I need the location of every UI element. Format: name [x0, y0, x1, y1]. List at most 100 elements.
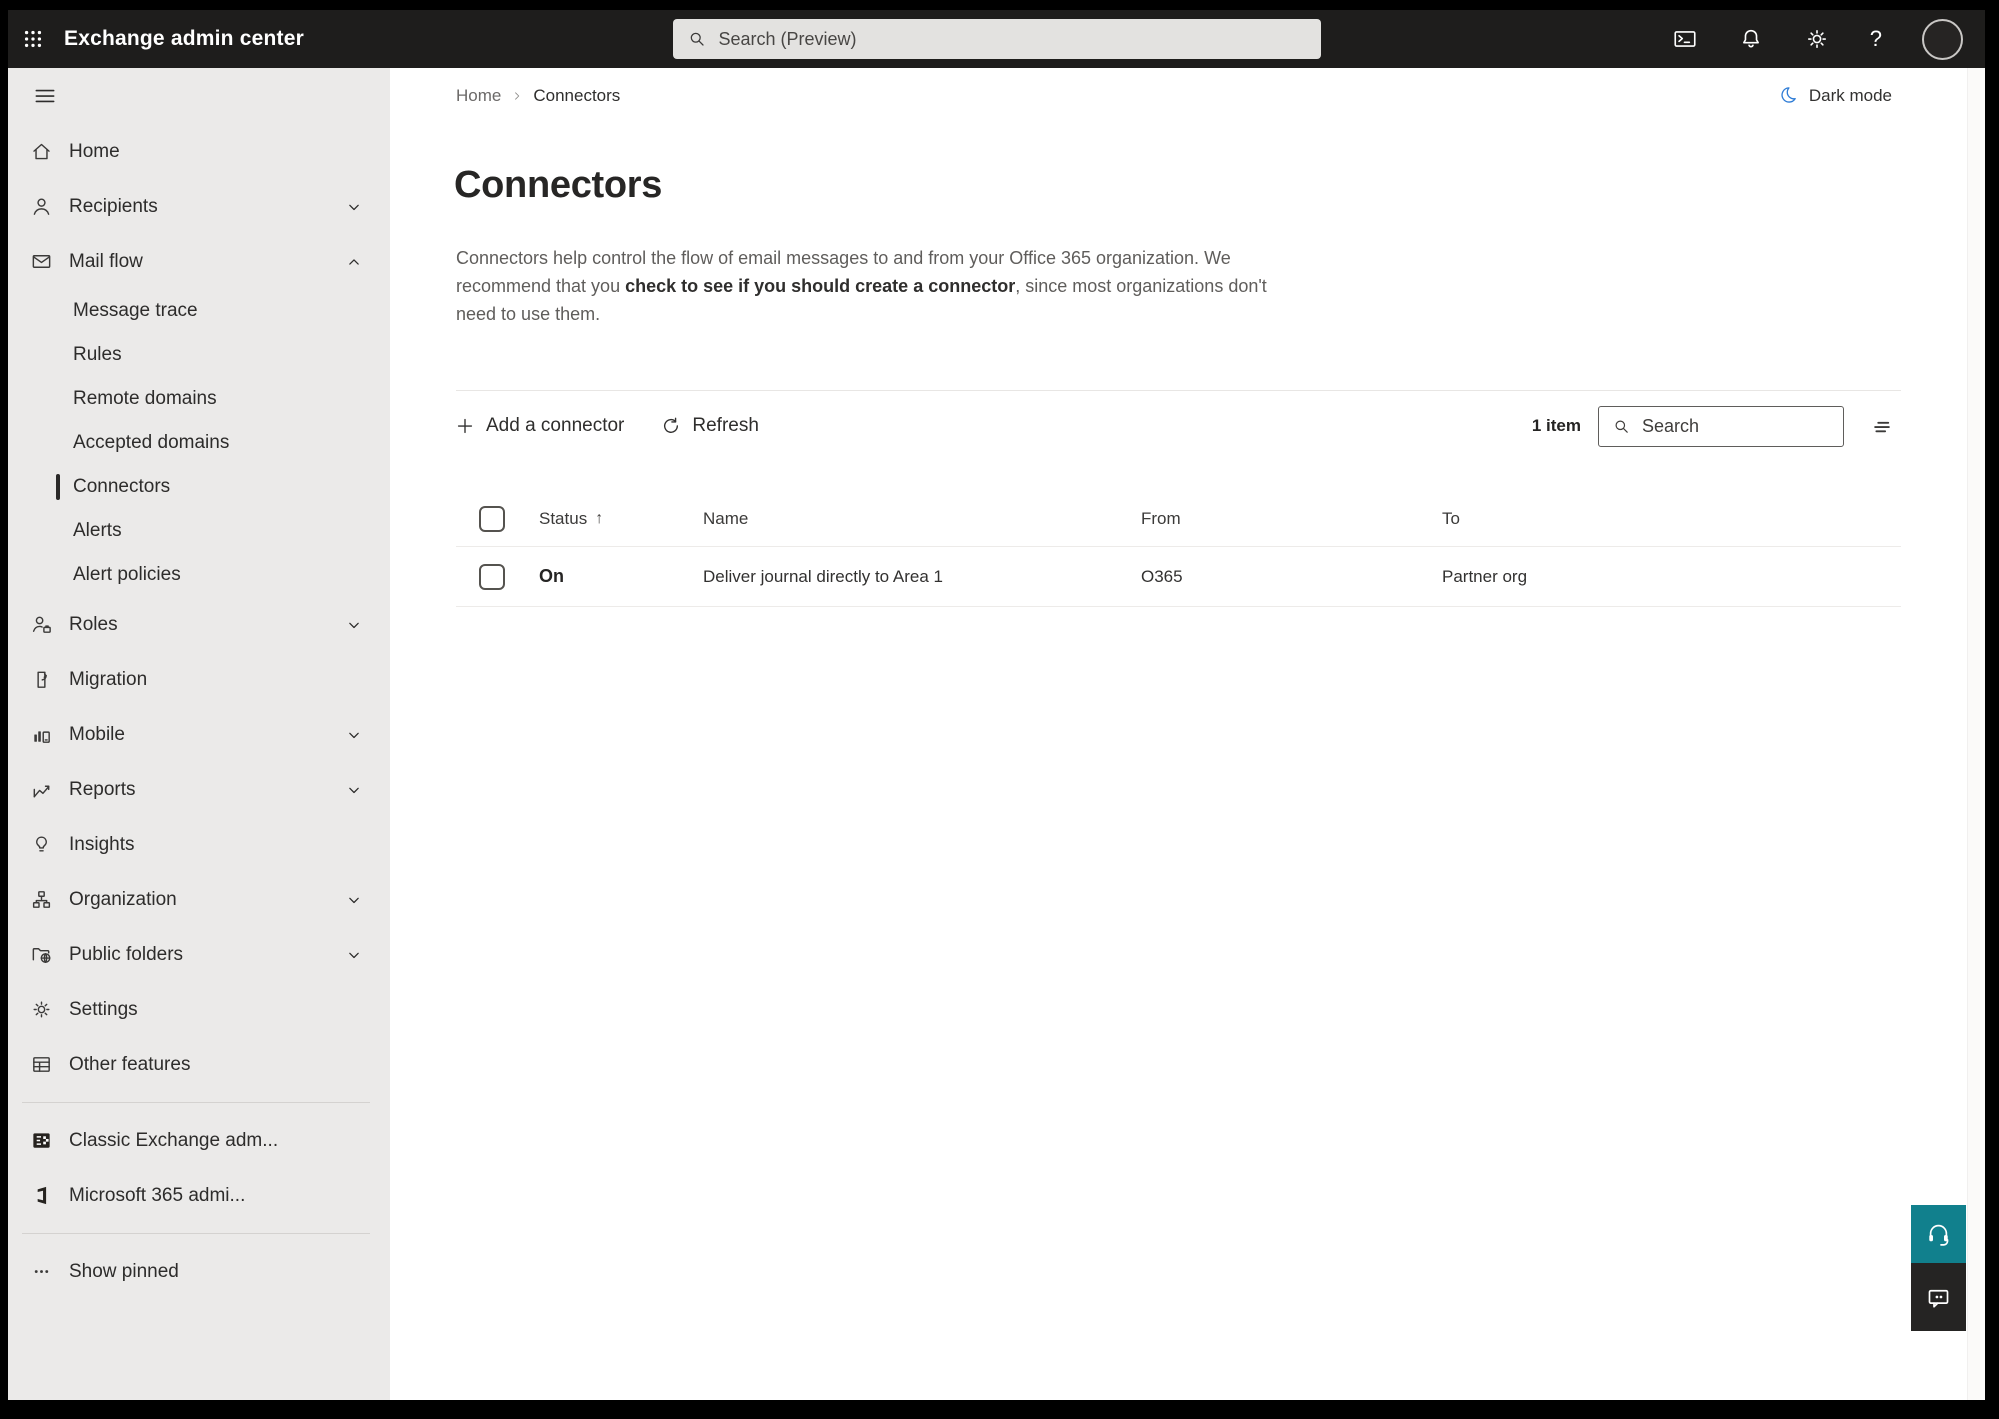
- sidebar-item-mail-flow[interactable]: Mail flow: [8, 234, 390, 289]
- sidebar-item-label: Remote domains: [73, 388, 217, 409]
- sidebar-item-label: Home: [69, 140, 120, 162]
- scrollbar-track[interactable]: [1967, 68, 1985, 1400]
- topbar-actions: ?: [1672, 18, 1985, 60]
- sidebar-item-other-features[interactable]: Other features: [8, 1037, 390, 1092]
- migration-icon: [30, 668, 53, 691]
- breadcrumb: Home Connectors: [456, 86, 620, 106]
- filter-icon[interactable]: [1867, 411, 1897, 441]
- breadcrumb-home[interactable]: Home: [456, 86, 501, 106]
- page-description: Connectors help control the flow of emai…: [456, 244, 1304, 328]
- cell-to: Partner org: [1442, 566, 1528, 586]
- sidebar-item-label: Show pinned: [69, 1260, 179, 1282]
- sidebar-item-label: Public folders: [69, 943, 184, 965]
- sidebar-item-label: Classic Exchange adm...: [69, 1129, 279, 1151]
- topbar: Exchange admin center Search (Preview) ?: [8, 10, 1985, 68]
- mail-icon: [30, 250, 53, 273]
- m365-logo-icon: [30, 1184, 53, 1207]
- sidebar-header: [8, 68, 390, 124]
- column-header-from[interactable]: From: [1141, 509, 1442, 529]
- refresh-button[interactable]: Refresh: [660, 415, 759, 437]
- sidebar-item-recipients[interactable]: Recipients: [8, 179, 390, 234]
- dark-mode-toggle[interactable]: Dark mode: [1777, 85, 1892, 106]
- table-icon: [30, 1053, 53, 1076]
- select-all-checkbox[interactable]: [479, 506, 505, 532]
- column-header-name[interactable]: Name: [703, 509, 1141, 529]
- sidebar-item-label: Connectors: [73, 476, 171, 497]
- gear-icon[interactable]: [1804, 26, 1830, 52]
- main-area: Home Recipients Mail flow Message trace Rule…: [8, 68, 1985, 1400]
- sidebar-item-roles[interactable]: Roles: [8, 597, 390, 652]
- chevron-down-icon: [344, 725, 364, 745]
- sidebar-item-reports[interactable]: Reports: [8, 762, 390, 817]
- sidebar-item-label: Alert policies: [73, 564, 181, 585]
- bell-icon[interactable]: [1738, 26, 1764, 52]
- sidebar-item-label: Alerts: [73, 520, 122, 541]
- sidebar-item-label: Recipients: [69, 195, 158, 217]
- exchange-admin-app: Exchange admin center Search (Preview) ?…: [8, 10, 1985, 1400]
- app-launcher-button[interactable]: [8, 10, 58, 68]
- moon-icon: [1777, 85, 1798, 106]
- chevron-down-icon: [344, 945, 364, 965]
- sidebar-item-alert-policies[interactable]: Alert policies: [8, 553, 390, 597]
- sidebar-item-classic-exchange-adm[interactable]: Classic Exchange adm...: [8, 1113, 390, 1168]
- item-count: 1 item: [1531, 416, 1581, 435]
- sidebar-item-label: Message trace: [73, 300, 198, 321]
- search-icon: [687, 29, 707, 49]
- sidebar-item-insights[interactable]: Insights: [8, 817, 390, 872]
- sidebar-item-accepted-domains[interactable]: Accepted domains: [8, 421, 390, 465]
- column-header-status[interactable]: Status: [539, 509, 587, 529]
- add-connector-button[interactable]: Add a connector: [454, 415, 624, 437]
- sidebar-item-alerts[interactable]: Alerts: [8, 509, 390, 553]
- chevron-down-icon: [344, 615, 364, 635]
- feedback-button[interactable]: [1911, 1263, 1966, 1331]
- sidebar-item-mobile[interactable]: Mobile: [8, 707, 390, 762]
- sidebar-item-migration[interactable]: Migration: [8, 652, 390, 707]
- organization-icon: [30, 888, 53, 911]
- global-search-input[interactable]: Search (Preview): [672, 19, 1321, 59]
- help-icon[interactable]: ?: [1870, 26, 1882, 52]
- ellipsis-icon: [30, 1260, 53, 1283]
- column-header-to[interactable]: To: [1442, 509, 1901, 529]
- sidebar-item-label: Settings: [69, 998, 138, 1020]
- waffle-icon: [22, 28, 44, 50]
- sidebar: Home Recipients Mail flow Message trace Rule…: [8, 68, 390, 1400]
- terminal-icon[interactable]: [1672, 26, 1698, 52]
- sort-ascending-icon[interactable]: ↑: [595, 510, 603, 528]
- row-checkbox[interactable]: [479, 563, 505, 590]
- sidebar-item-settings[interactable]: Settings: [8, 982, 390, 1037]
- cell-name[interactable]: Deliver journal directly to Area 1: [703, 567, 1141, 587]
- content: Home Connectors Dark mode Connectors Con…: [390, 68, 1985, 1400]
- sidebar-item-home[interactable]: Home: [8, 124, 390, 179]
- global-search-placeholder: Search (Preview): [718, 28, 857, 49]
- sidebar-item-public-folders[interactable]: Public folders: [8, 927, 390, 982]
- mobile-icon: [30, 723, 53, 746]
- sidebar-divider: [22, 1102, 370, 1103]
- headset-icon: [1925, 1221, 1952, 1248]
- sidebar-item-label: Mobile: [69, 723, 125, 745]
- sidebar-item-remote-domains[interactable]: Remote domains: [8, 377, 390, 421]
- home-icon: [30, 140, 53, 163]
- sidebar-item-message-trace[interactable]: Message trace: [8, 289, 390, 333]
- person-icon: [30, 195, 53, 218]
- sidebar-item-microsoft-365-admi[interactable]: Microsoft 365 admi...: [8, 1168, 390, 1223]
- sidebar-item-show-pinned[interactable]: Show pinned: [8, 1244, 390, 1299]
- cell-from: O365: [1141, 566, 1183, 586]
- table-search-input[interactable]: Search: [1598, 405, 1844, 447]
- sidebar-item-organization[interactable]: Organization: [8, 872, 390, 927]
- sidebar-item-connectors[interactable]: Connectors: [8, 465, 390, 509]
- selected-indicator: [56, 474, 60, 500]
- insights-icon: [30, 833, 53, 856]
- avatar[interactable]: [1922, 18, 1963, 60]
- support-button[interactable]: [1911, 1205, 1966, 1263]
- description-link[interactable]: check to see if you should create a conn…: [625, 276, 1015, 296]
- sidebar-item-rules[interactable]: Rules: [8, 333, 390, 377]
- app-title: Exchange admin center: [64, 27, 304, 50]
- sidebar-item-label: Reports: [69, 778, 136, 800]
- connectors-table: Status ↑ Name From To On Deliver journal …: [456, 492, 1901, 607]
- roles-icon: [30, 613, 53, 636]
- sidebar-item-label: Rules: [73, 344, 122, 365]
- table-row[interactable]: On Deliver journal directly to Area 1 O365…: [456, 547, 1901, 607]
- hamburger-icon[interactable]: [32, 83, 58, 109]
- sidebar-item-label: Mail flow: [69, 250, 143, 272]
- breadcrumb-current[interactable]: Connectors: [533, 86, 620, 106]
